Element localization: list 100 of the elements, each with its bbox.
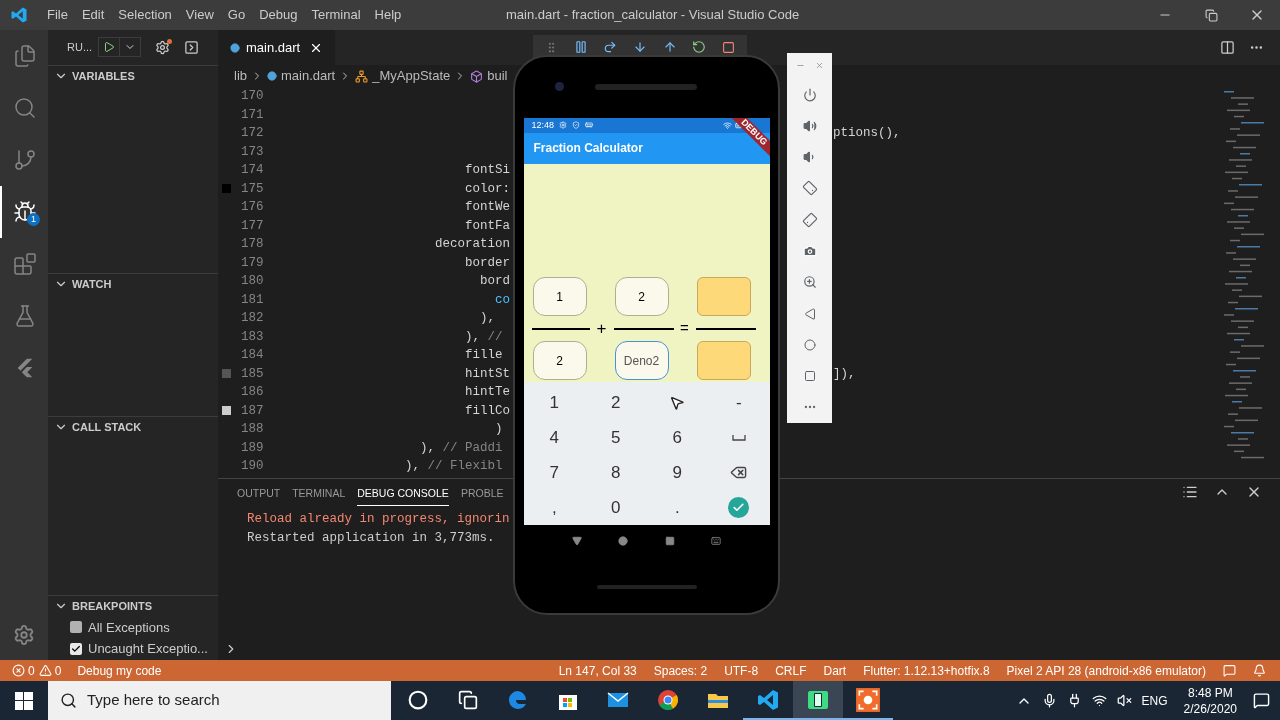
pause-icon[interactable]	[573, 40, 588, 54]
keyboard-key[interactable]: 5	[585, 420, 647, 455]
console-icon[interactable]	[184, 39, 200, 55]
panel-tab[interactable]: DEBUG CONSOLE	[357, 486, 449, 506]
checkbox[interactable]	[70, 621, 82, 634]
status-item[interactable]: Spaces: 2	[653, 661, 708, 680]
status-item[interactable]: Pixel 2 API 28 (android-x86 emulator)	[1006, 661, 1206, 680]
keyboard-key[interactable]: 4	[523, 420, 585, 455]
status-item[interactable]: Ln 147, Col 33	[558, 661, 637, 680]
status-item[interactable]: Flutter: 1.12.13+hotfix.8	[863, 661, 990, 680]
search-field[interactable]: Type here to search	[87, 689, 337, 712]
keyboard-key[interactable]: .	[646, 490, 708, 525]
panel-tab[interactable]: OUTPUT	[237, 486, 281, 506]
editor-tab[interactable]: main.dart	[218, 30, 335, 65]
keyboard-key[interactable]: ,	[523, 490, 585, 525]
recorder-icon[interactable]	[855, 686, 881, 713]
keyboard-key[interactable]: 9	[646, 455, 708, 490]
chrome-icon[interactable]	[656, 687, 680, 712]
keyboard-key[interactable]: -	[708, 385, 770, 420]
status-item[interactable]: CRLF	[775, 661, 807, 680]
back-icon[interactable]	[803, 307, 816, 320]
status-item[interactable]: UTF-8	[724, 661, 759, 680]
zoom-icon[interactable]	[802, 275, 817, 290]
language-indicator[interactable]: ENG	[1141, 691, 1168, 710]
volume-up-icon[interactable]	[802, 118, 817, 133]
panel-tab[interactable]: PROBLE	[460, 486, 504, 506]
back-icon[interactable]	[571, 536, 582, 546]
step-into-icon[interactable]	[632, 40, 647, 54]
panel-tab[interactable]: TERMINAL	[292, 486, 346, 506]
home-icon[interactable]	[618, 536, 629, 546]
keyboard-icon[interactable]	[711, 536, 722, 546]
line-number: 187	[241, 402, 264, 420]
fraction-input[interactable]: Deno2	[614, 341, 669, 380]
restore-icon[interactable]	[1204, 8, 1218, 22]
stop-icon[interactable]	[722, 40, 736, 54]
menu-item[interactable]: Debug	[252, 5, 305, 25]
step-out-icon[interactable]	[662, 40, 677, 54]
home-icon[interactable]	[803, 338, 816, 351]
notifications-icon[interactable]	[1253, 692, 1270, 709]
step-over-icon[interactable]	[603, 40, 618, 54]
code-editor-icon[interactable]	[756, 687, 780, 712]
gear-icon[interactable]	[155, 39, 171, 55]
menu-item[interactable]: File	[40, 5, 75, 25]
overview-icon[interactable]	[803, 370, 816, 383]
run-icon[interactable]	[103, 41, 116, 54]
checkbox[interactable]	[70, 643, 82, 656]
menu-item[interactable]: Selection	[111, 5, 179, 25]
wifi-icon[interactable]	[1091, 693, 1107, 708]
keyboard-key[interactable]: 7	[523, 455, 585, 490]
settings-icon[interactable]	[13, 624, 35, 646]
microphone-icon[interactable]	[1041, 693, 1057, 708]
menu-item[interactable]: Terminal	[304, 5, 368, 25]
section-header[interactable]: CALL STACK	[48, 415, 218, 438]
fraction-input[interactable]: 2	[614, 277, 669, 316]
breadcrumb-item[interactable]: buil	[487, 66, 508, 86]
bell-icon[interactable]	[1253, 664, 1266, 677]
keyboard-key[interactable]: 8	[585, 455, 647, 490]
recents-icon[interactable]	[664, 536, 675, 546]
section-header[interactable]: VARIABLES	[48, 64, 218, 87]
split-editor-icon[interactable]	[1220, 40, 1235, 55]
status-item[interactable]: Debug my code	[77, 661, 162, 680]
camera-icon[interactable]	[802, 244, 817, 259]
breadcrumb-item[interactable]: lib	[234, 66, 247, 86]
cortana-icon[interactable]	[408, 689, 428, 710]
files-icon[interactable]	[13, 44, 37, 68]
feedback-icon[interactable]	[1223, 664, 1236, 677]
status-item[interactable]: Dart	[823, 661, 847, 680]
blocks-icon[interactable]	[13, 252, 37, 276]
line-number: 184	[241, 347, 264, 364]
keyboard-key[interactable]: 0	[585, 490, 647, 525]
menu-item[interactable]: Help	[367, 5, 409, 25]
fraction-input[interactable]: 2	[532, 341, 587, 380]
search-icon[interactable]	[13, 96, 37, 120]
power-icon[interactable]	[802, 87, 817, 102]
launch-configuration[interactable]	[98, 37, 142, 58]
breadcrumb-item[interactable]: main.dart	[281, 66, 336, 86]
clock[interactable]: 8:48 PM 2/26/2020	[1177, 684, 1243, 717]
done-key[interactable]	[728, 497, 750, 518]
task-view-icon[interactable]	[458, 689, 478, 710]
fraction-input[interactable]: 1	[532, 277, 587, 316]
line-number: 170	[241, 88, 264, 105]
breadcrumb-item[interactable]: _MyAppState	[372, 66, 451, 86]
restart-icon[interactable]	[692, 40, 707, 54]
flask-icon[interactable]	[13, 304, 37, 328]
section-header[interactable]: BREAKPOINTS	[48, 594, 218, 617]
branch-icon[interactable]	[13, 148, 37, 172]
keyboard-key[interactable]: 6	[646, 420, 708, 455]
space-key-icon[interactable]	[731, 434, 746, 441]
bug-icon[interactable]	[13, 200, 37, 224]
menu-item[interactable]: View	[178, 5, 221, 25]
keyboard-key[interactable]: 2	[585, 385, 647, 420]
section-header[interactable]: WATCH	[48, 272, 218, 295]
backspace-icon[interactable]	[730, 464, 748, 481]
muted-speaker-icon[interactable]	[1116, 693, 1132, 708]
line-number: 182	[241, 310, 264, 327]
start-icon[interactable]	[15, 691, 33, 710]
search-box[interactable]: Type here to search	[48, 681, 391, 720]
menu-item[interactable]: Go	[220, 5, 253, 25]
keyboard-key[interactable]: 1	[523, 385, 585, 420]
menu-item[interactable]: Edit	[74, 5, 112, 25]
